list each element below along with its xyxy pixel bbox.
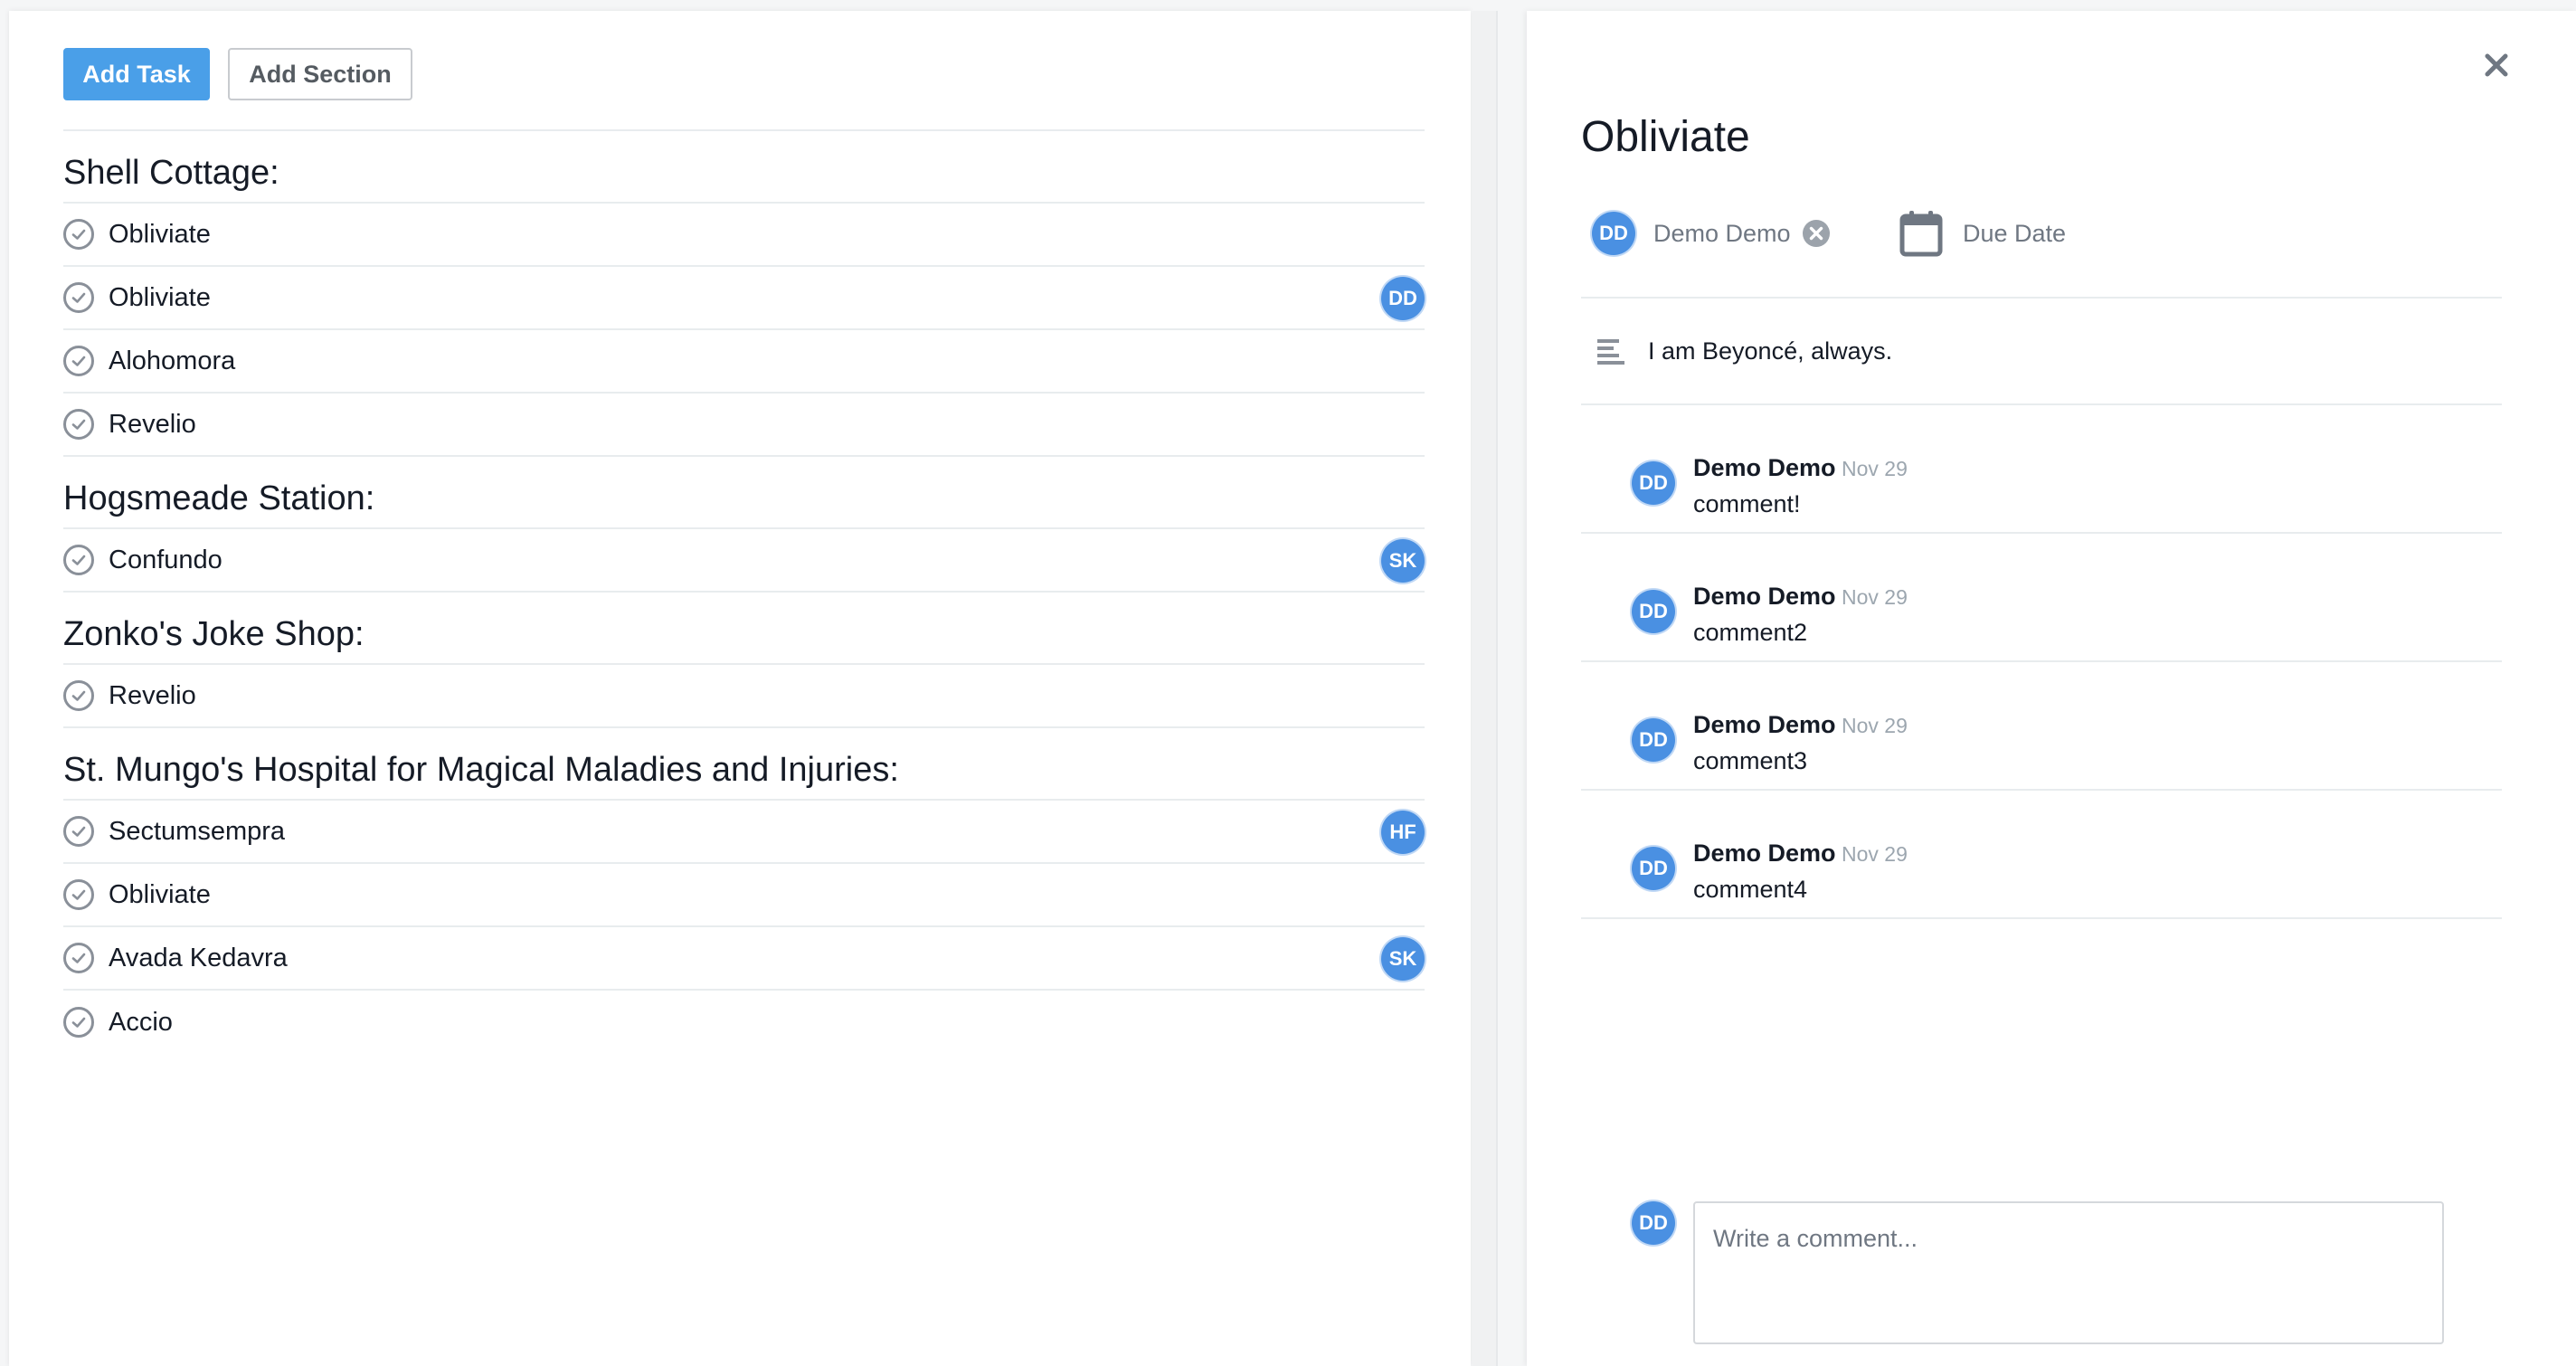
calendar-icon: [1899, 211, 1943, 257]
task-name: Revelio: [109, 680, 196, 710]
comment-item: DD Demo Demo Nov 29 comment2: [1581, 534, 2502, 662]
description-icon: [1597, 339, 1624, 365]
avatar: DD: [1592, 212, 1635, 255]
remove-assignee-icon[interactable]: [1802, 219, 1831, 248]
task-name: Alohomora: [109, 346, 236, 375]
comment-input[interactable]: [1693, 1201, 2444, 1344]
task-row[interactable]: Confundo SK: [63, 529, 1425, 593]
task-row[interactable]: Obliviate: [63, 864, 1425, 927]
task-name: Avada Kedavra: [109, 943, 288, 972]
avatar: DD: [1632, 590, 1675, 633]
section-header[interactable]: Zonko's Joke Shop:: [63, 593, 1425, 665]
comment-author: Demo Demo: [1693, 711, 1836, 738]
task-description[interactable]: I am Beyoncé, always.: [1581, 299, 2502, 405]
comment-item: DD Demo Demo Nov 29 comment4: [1581, 791, 2502, 919]
checkmark-icon: [71, 690, 86, 701]
task-row[interactable]: Avada Kedavra SK: [63, 927, 1425, 991]
avatar: DD: [1632, 847, 1675, 890]
task-detail-title[interactable]: Obliviate: [1581, 112, 1750, 162]
close-icon[interactable]: [2480, 49, 2513, 81]
assignee-avatar[interactable]: SK: [1381, 539, 1425, 583]
assignee-name: Demo Demo: [1653, 219, 1791, 247]
checkmark-icon: [71, 292, 86, 303]
checkmark-icon: [71, 1017, 86, 1028]
task-name: Confundo: [109, 545, 223, 574]
comment-date: Nov 29: [1842, 585, 1908, 609]
task-name: Obliviate: [109, 282, 211, 312]
comment-author: Demo Demo: [1693, 454, 1836, 481]
task-row[interactable]: Obliviate DD: [63, 267, 1425, 330]
task-row[interactable]: Obliviate: [63, 204, 1425, 267]
comment-author: Demo Demo: [1693, 583, 1836, 610]
task-list-pane: Add Task Add Section Shell Cottage: Oblivi…: [9, 11, 1471, 1366]
task-name: Accio: [109, 1007, 173, 1037]
checkmark-icon: [71, 826, 86, 837]
section-header[interactable]: Shell Cottage:: [63, 131, 1425, 204]
add-section-button[interactable]: Add Section: [228, 48, 412, 100]
comment-composer: DD: [1581, 1191, 2502, 1344]
description-text: I am Beyoncé, always.: [1648, 337, 1893, 365]
due-date-label: Due Date: [1963, 219, 2067, 247]
task-row[interactable]: Accio: [63, 991, 1425, 1054]
checkmark-icon: [71, 229, 86, 240]
task-detail-pane: Obliviate DD Demo Demo Due Date I am Bey…: [1527, 11, 2576, 1366]
checkmark-icon: [71, 356, 86, 366]
comment-text: comment3: [1693, 747, 1808, 774]
checkmark-circle-icon[interactable]: [63, 409, 94, 440]
comment-text: comment!: [1693, 490, 1801, 517]
add-task-button[interactable]: Add Task: [63, 48, 210, 100]
assignee-field[interactable]: DD Demo Demo: [1592, 212, 1831, 255]
checkmark-circle-icon[interactable]: [63, 545, 94, 575]
checkmark-circle-icon[interactable]: [63, 1007, 94, 1038]
checkmark-circle-icon[interactable]: [63, 680, 94, 711]
section-header[interactable]: Hogsmeade Station:: [63, 457, 1425, 529]
task-name: Sectumsempra: [109, 816, 286, 846]
checkmark-icon: [71, 953, 86, 963]
checkmark-icon: [71, 419, 86, 430]
pane-resize-handle[interactable]: [1473, 11, 1496, 1366]
checkmark-circle-icon[interactable]: [63, 879, 94, 910]
checkmark-icon: [71, 889, 86, 900]
due-date-field[interactable]: Due Date: [1899, 210, 2066, 257]
comment-item: DD Demo Demo Nov 29 comment!: [1581, 405, 2502, 534]
checkmark-circle-icon[interactable]: [63, 943, 94, 973]
avatar: DD: [1632, 1201, 1675, 1245]
section-header[interactable]: St. Mungo's Hospital for Magical Maladie…: [63, 728, 1425, 801]
task-meta-row: DD Demo Demo Due Date: [1581, 199, 2502, 299]
checkmark-circle-icon[interactable]: [63, 346, 94, 376]
task-name: Revelio: [109, 409, 196, 439]
avatar: DD: [1632, 461, 1675, 505]
task-row[interactable]: Sectumsempra HF: [63, 801, 1425, 864]
comment-list: DD Demo Demo Nov 29 comment! DD Demo Demo Nov …: [1581, 405, 2502, 919]
comment-item: DD Demo Demo Nov 29 comment3: [1581, 662, 2502, 791]
assignee-avatar[interactable]: DD: [1381, 277, 1425, 320]
checkmark-circle-icon[interactable]: [63, 282, 94, 313]
task-row[interactable]: Alohomora: [63, 330, 1425, 394]
toolbar: Add Task Add Section: [63, 48, 412, 102]
comment-date: Nov 29: [1842, 457, 1908, 480]
checkmark-icon: [71, 555, 86, 565]
task-row[interactable]: Revelio: [63, 394, 1425, 457]
comment-date: Nov 29: [1842, 714, 1908, 737]
comment-author: Demo Demo: [1693, 840, 1836, 867]
task-name: Obliviate: [109, 879, 211, 909]
comment-text: comment2: [1693, 619, 1808, 646]
task-list: Shell Cottage: Obliviate Obliviate DD Alohom…: [63, 129, 1425, 1054]
task-row[interactable]: Revelio: [63, 665, 1425, 728]
checkmark-circle-icon[interactable]: [63, 219, 94, 250]
assignee-avatar[interactable]: SK: [1381, 937, 1425, 981]
task-name: Obliviate: [109, 219, 211, 249]
comment-date: Nov 29: [1842, 842, 1908, 866]
comment-text: comment4: [1693, 876, 1808, 903]
divider: [1496, 11, 1498, 1366]
checkmark-circle-icon[interactable]: [63, 816, 94, 847]
assignee-avatar[interactable]: HF: [1381, 811, 1425, 854]
avatar: DD: [1632, 718, 1675, 762]
